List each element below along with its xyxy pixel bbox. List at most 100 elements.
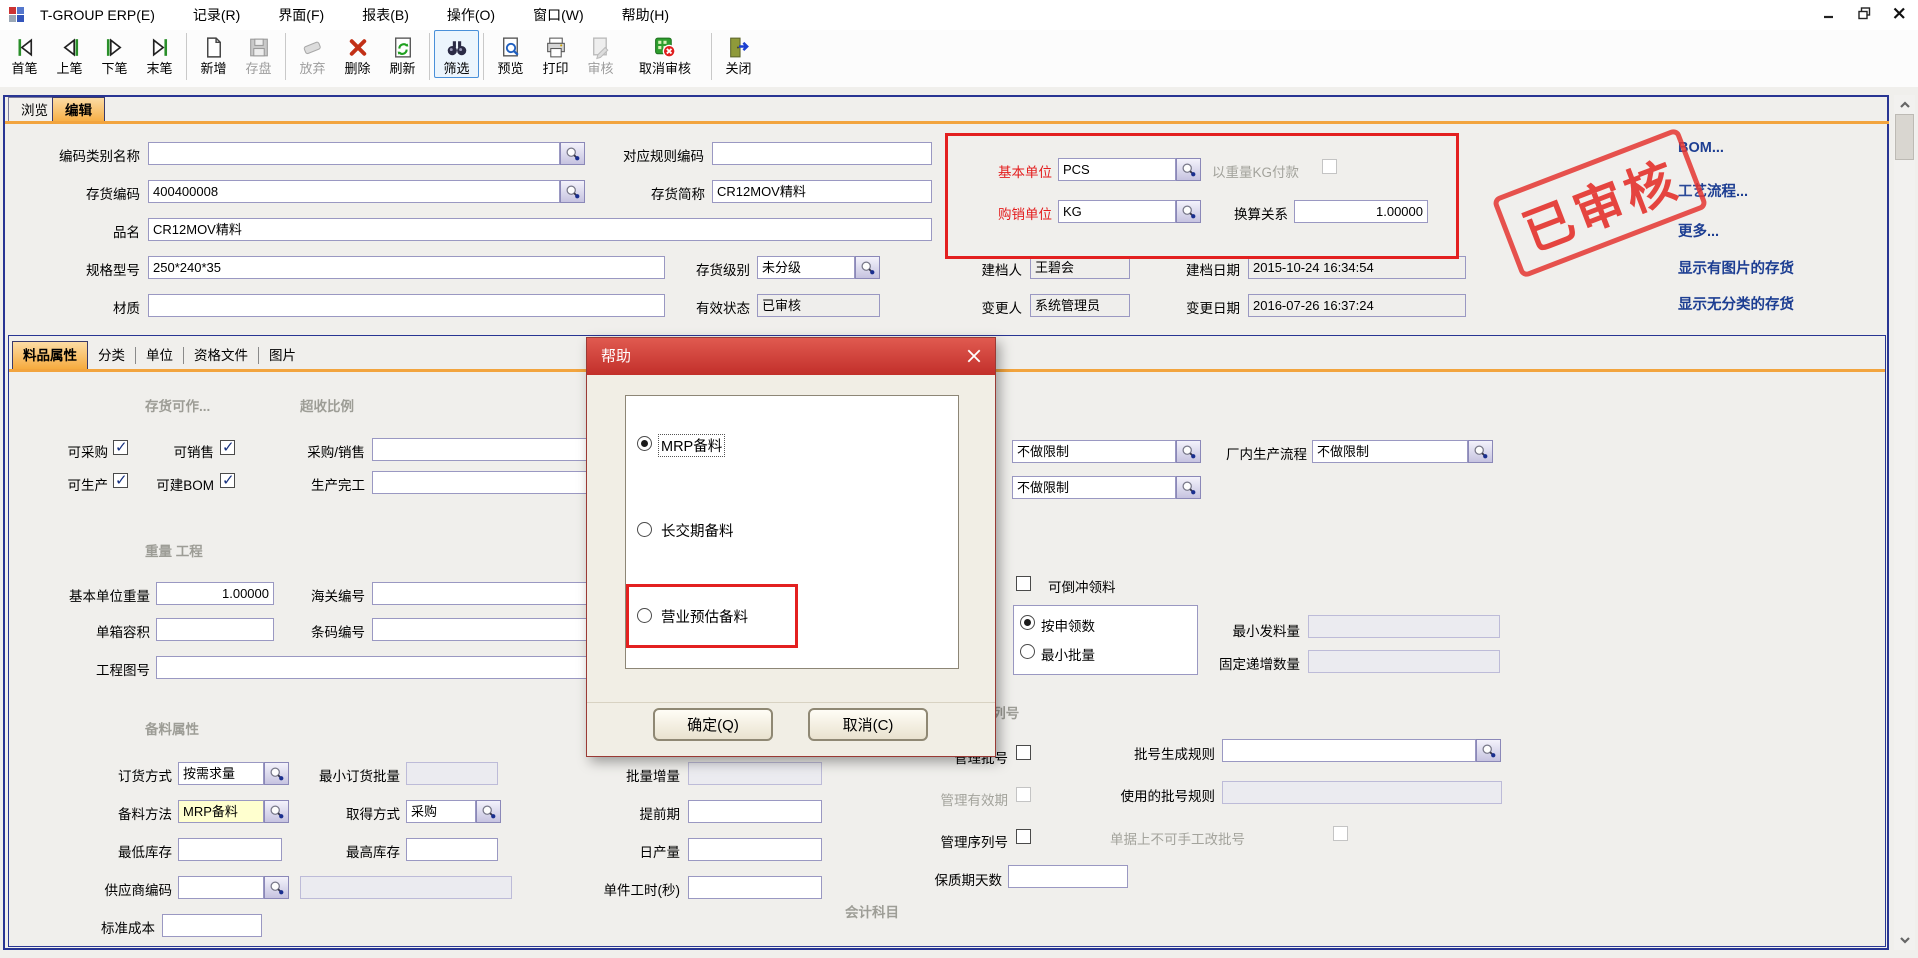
menu-help[interactable]: 帮助(H): [622, 5, 669, 25]
acquire-method-field[interactable]: 采购: [406, 800, 476, 823]
menu-report[interactable]: 报表(B): [362, 5, 409, 25]
toolbar-refresh-button[interactable]: 刷新: [380, 30, 425, 78]
std-cost-field[interactable]: [162, 914, 262, 937]
toolbar-delete-button[interactable]: 删除: [335, 30, 380, 78]
show-with-image-link[interactable]: 显示有图片的存货: [1678, 257, 1794, 278]
toolbar-close-button[interactable]: 关闭: [716, 30, 761, 78]
factory-flow-field[interactable]: 不做限制: [1312, 440, 1468, 463]
option-sales-forecast-radio[interactable]: [637, 608, 652, 623]
prep-method-field[interactable]: MRP备料: [178, 800, 264, 823]
base-unit-lookup-button[interactable]: [1176, 158, 1201, 181]
menu-operation[interactable]: 操作(O): [447, 5, 495, 25]
scroll-up-arrow-icon[interactable]: [1896, 97, 1913, 113]
prep-method-label: 备料方法: [102, 803, 172, 823]
option-long-lead-label[interactable]: 长交期备料: [661, 520, 734, 541]
conversion-field[interactable]: 1.00000: [1294, 200, 1428, 223]
item-abbr-field[interactable]: CR12MOV精料: [712, 180, 932, 203]
batch-rule-lookup-button[interactable]: [1476, 739, 1501, 762]
limit2-field[interactable]: 不做限制: [1012, 476, 1176, 499]
dialog-cancel-button[interactable]: 取消(C): [808, 708, 928, 741]
trade-unit-field[interactable]: KG: [1058, 200, 1176, 223]
manage-batch-checkbox[interactable]: [1016, 745, 1031, 760]
menu-record[interactable]: 记录(R): [193, 5, 240, 25]
menu-window[interactable]: 窗口(W): [533, 5, 584, 25]
trade-unit-lookup-button[interactable]: [1176, 200, 1201, 223]
backflush-checkbox[interactable]: [1016, 576, 1031, 591]
toolbar-preview-button[interactable]: 预览: [488, 30, 533, 78]
subtab-item-attributes[interactable]: 料品属性: [12, 341, 88, 370]
vertical-scrollbar[interactable]: [1894, 95, 1915, 950]
factory-flow-lookup-button[interactable]: [1468, 440, 1493, 463]
issue-by-request-radio[interactable]: [1020, 615, 1035, 630]
manage-serial-checkbox[interactable]: [1016, 829, 1031, 844]
lead-time-field[interactable]: [688, 800, 822, 823]
option-long-lead-radio[interactable]: [637, 522, 652, 537]
toolbar-last-button[interactable]: 末笔: [137, 30, 182, 78]
scrollbar-thumb[interactable]: [1895, 114, 1914, 160]
supplier-code-label: 供应商编码: [88, 879, 172, 899]
show-unclassified-link[interactable]: 显示无分类的存货: [1678, 293, 1794, 314]
toolbar-prev-button[interactable]: 上笔: [47, 30, 92, 78]
toolbar: 首笔 上笔 下笔 末笔 新增 存盘 放弃 删除: [0, 30, 1918, 87]
drawing-no-field[interactable]: [156, 656, 634, 679]
more-link[interactable]: 更多...: [1678, 220, 1719, 241]
item-code-lookup-button[interactable]: [560, 180, 585, 203]
supplier-code-field[interactable]: [178, 876, 264, 899]
limit1-field[interactable]: 不做限制: [1012, 440, 1176, 463]
item-code-field[interactable]: 400400008: [148, 180, 560, 203]
toolbar-first-button[interactable]: 首笔: [2, 30, 47, 78]
option-mrp-radio[interactable]: [637, 436, 652, 451]
item-name-field[interactable]: CR12MOV精料: [148, 218, 932, 241]
toolbar-next-button[interactable]: 下笔: [92, 30, 137, 78]
option-sales-forecast-label[interactable]: 营业预估备料: [661, 606, 748, 627]
limit2-lookup-button[interactable]: [1176, 476, 1201, 499]
minimize-icon[interactable]: [1823, 7, 1836, 25]
dialog-ok-button[interactable]: 确定(Q): [653, 708, 773, 741]
box-volume-field[interactable]: [156, 618, 274, 641]
code-category-lookup-button[interactable]: [560, 142, 585, 165]
limit1-lookup-button[interactable]: [1176, 440, 1201, 463]
producible-checkbox[interactable]: [113, 473, 128, 488]
acquire-method-lookup-button[interactable]: [476, 800, 501, 823]
create-date-field: 2015-10-24 16:34:54: [1248, 256, 1466, 279]
menu-app[interactable]: T-GROUP ERP(E): [40, 7, 155, 23]
order-method-lookup-button[interactable]: [264, 762, 289, 785]
toolbar-print-button[interactable]: 打印: [533, 30, 578, 78]
option-mrp-label[interactable]: MRP备料: [658, 434, 725, 457]
subtab-unit[interactable]: 单位: [136, 347, 184, 364]
subtab-classification[interactable]: 分类: [88, 347, 136, 364]
toolbar-new-button[interactable]: 新增: [191, 30, 236, 78]
dialog-close-icon[interactable]: [966, 348, 983, 365]
menu-interface[interactable]: 界面(F): [278, 5, 324, 25]
level-lookup-button[interactable]: [855, 256, 880, 279]
base-weight-label: 基本单位重量: [48, 585, 150, 605]
tab-edit[interactable]: 编辑: [52, 97, 105, 124]
subtab-image[interactable]: 图片: [259, 347, 306, 364]
unit-time-field[interactable]: [688, 876, 822, 899]
rule-code-field[interactable]: [712, 142, 932, 165]
scroll-down-arrow-icon[interactable]: [1896, 932, 1913, 948]
batch-rule-field[interactable]: [1222, 739, 1476, 762]
base-unit-field[interactable]: PCS: [1058, 158, 1176, 181]
code-category-field[interactable]: [148, 142, 560, 165]
bom-buildable-checkbox[interactable]: [220, 473, 235, 488]
toolbar-cancel-audit-button[interactable]: 取消审核: [623, 30, 707, 78]
prep-method-lookup-button[interactable]: [264, 800, 289, 823]
restore-icon[interactable]: [1858, 7, 1871, 25]
close-icon[interactable]: [1893, 7, 1906, 25]
subtab-qualification[interactable]: 资格文件: [184, 347, 259, 364]
daily-output-field[interactable]: [688, 838, 822, 861]
max-stock-field[interactable]: [406, 838, 498, 861]
spec-field[interactable]: 250*240*35: [148, 256, 665, 279]
toolbar-filter-button[interactable]: 筛选: [434, 30, 479, 78]
purchasable-checkbox[interactable]: [113, 440, 128, 455]
base-weight-field[interactable]: 1.00000: [156, 582, 274, 605]
issue-min-batch-radio[interactable]: [1020, 644, 1035, 659]
material-field[interactable]: [148, 294, 665, 317]
supplier-lookup-button[interactable]: [264, 876, 289, 899]
min-stock-field[interactable]: [178, 838, 282, 861]
order-method-field[interactable]: 按需求量: [178, 762, 264, 785]
level-field[interactable]: 未分级: [757, 256, 855, 279]
shelf-life-field[interactable]: [1008, 865, 1128, 888]
sellable-checkbox[interactable]: [220, 440, 235, 455]
